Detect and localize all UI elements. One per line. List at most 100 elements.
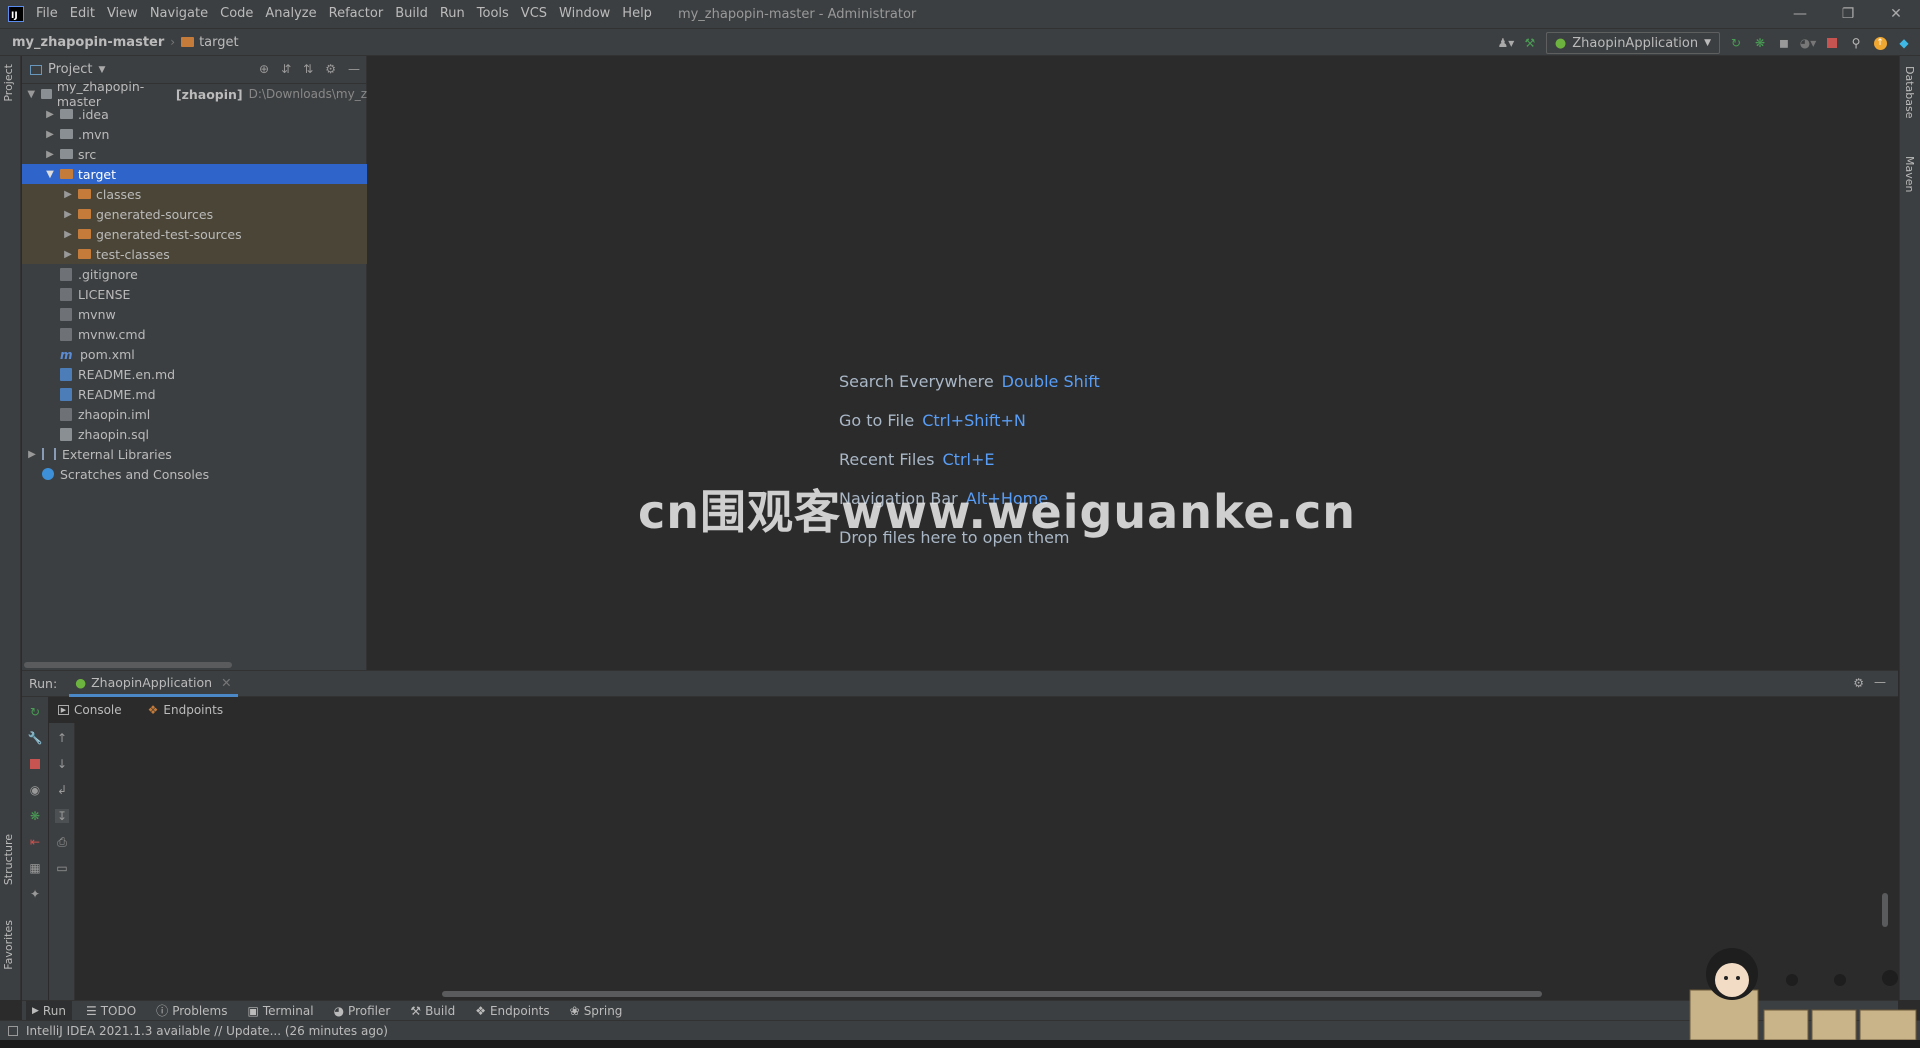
tab-database[interactable]: Database [1903, 66, 1916, 119]
tree-item-target[interactable]: ▼ target [22, 164, 367, 184]
project-view-select[interactable]: Project [48, 62, 92, 77]
chevron-right-icon[interactable]: ▶ [44, 149, 56, 160]
debug-icon[interactable]: ❋ [1752, 35, 1768, 51]
toolwindow-todo[interactable]: ☰ TODO [80, 1001, 142, 1021]
coverage-icon[interactable]: ◼ [1776, 35, 1792, 51]
status-message[interactable]: IntelliJ IDEA 2021.1.3 available // Upda… [26, 1024, 388, 1038]
chevron-right-icon[interactable]: ▶ [62, 209, 74, 220]
editor-empty-area[interactable]: Search Everywhere Double Shift Go to File… [368, 56, 1898, 670]
tree-item-gitignore[interactable]: .gitignore [22, 264, 367, 284]
menu-help[interactable]: Help [616, 0, 658, 28]
debug-icon[interactable]: ❋ [28, 809, 42, 823]
build-hammer-icon[interactable]: ⚒ [1522, 35, 1538, 51]
tree-item-readme-en[interactable]: README.en.md [22, 364, 367, 384]
tree-item-classes[interactable]: ▶ classes [22, 184, 367, 204]
project-horizontal-scrollbar[interactable] [24, 662, 232, 668]
status-toggle-icon[interactable] [8, 1025, 18, 1036]
tree-item-license[interactable]: LICENSE [22, 284, 367, 304]
restore-icon[interactable]: ❐ [1824, 0, 1872, 28]
profile-icon[interactable]: ◕▾ [1800, 35, 1817, 51]
soft-wrap-icon[interactable]: ↲ [55, 783, 69, 797]
breadcrumb-target[interactable]: target [181, 35, 239, 50]
stop-icon[interactable] [28, 757, 42, 771]
chevron-right-icon[interactable]: ▶ [44, 129, 56, 140]
tree-item-external-libraries[interactable]: ▶ External Libraries [22, 444, 367, 464]
menu-edit[interactable]: Edit [64, 0, 101, 28]
chevron-right-icon[interactable]: ▶ [26, 449, 38, 460]
scroll-to-end-icon[interactable]: ↧ [55, 809, 69, 823]
user-icon[interactable]: ♟▾ [1498, 35, 1515, 51]
rerun-icon[interactable]: ↻ [28, 705, 42, 719]
tree-item-idea[interactable]: ▶ .idea [22, 104, 367, 124]
camera-icon[interactable]: ◉ [28, 783, 42, 797]
wrench-icon[interactable]: 🔧 [28, 731, 43, 745]
tree-item-mvn[interactable]: ▶ .mvn [22, 124, 367, 144]
menu-file[interactable]: File [30, 0, 64, 28]
gear-icon[interactable]: ⚙ [325, 62, 336, 76]
toolwindow-build[interactable]: ⚒ Build [404, 1001, 461, 1021]
update-icon[interactable]: ↑ [1872, 35, 1888, 51]
chevron-right-icon[interactable]: ▶ [62, 249, 74, 260]
console-output[interactable] [76, 723, 1898, 1001]
expand-all-icon[interactable]: ⇵ [281, 62, 291, 76]
toolwindow-problems[interactable]: ⓘ Problems [150, 1001, 233, 1021]
locate-icon[interactable]: ⊕ [259, 62, 269, 76]
tab-favorites[interactable]: Favorites [2, 920, 15, 970]
breadcrumb-project[interactable]: my_zhapopin-master [12, 35, 164, 50]
run-configuration-select[interactable]: ● ZhaopinApplication ▼ [1545, 32, 1720, 54]
toolwindow-spring[interactable]: ❀ Spring [564, 1001, 629, 1021]
chevron-right-icon[interactable]: ▶ [62, 189, 74, 200]
tree-item-test-classes[interactable]: ▶ test-classes [22, 244, 367, 264]
tree-item-root[interactable]: ▼ my_zhapopin-master [zhaopin] D:\Downlo… [22, 79, 367, 109]
menu-window[interactable]: Window [553, 0, 616, 28]
search-icon[interactable]: ⚲ [1848, 35, 1864, 51]
chevron-right-icon[interactable]: ▶ [62, 229, 74, 240]
toolwindow-run[interactable]: ▶ Run [26, 1000, 72, 1021]
tree-item-src[interactable]: ▶ src [22, 144, 367, 164]
stop-icon[interactable] [1824, 35, 1840, 51]
tree-item-generated-test-sources[interactable]: ▶ generated-test-sources [22, 224, 367, 244]
menu-code[interactable]: Code [214, 0, 259, 28]
menu-tools[interactable]: Tools [471, 0, 515, 28]
arrow-down-icon[interactable]: ↓ [55, 757, 69, 771]
toolwindow-endpoints[interactable]: ❖ Endpoints [469, 1001, 555, 1021]
tree-item-generated-sources[interactable]: ▶ generated-sources [22, 204, 367, 224]
tab-endpoints[interactable]: ❖ Endpoints [142, 697, 229, 723]
trash-icon[interactable]: ▭ [55, 861, 69, 875]
print-icon[interactable]: ⎙ [55, 835, 69, 849]
chevron-right-icon[interactable]: ▶ [44, 109, 56, 120]
toolwindow-profiler[interactable]: ◕ Profiler [328, 1001, 397, 1021]
hide-icon[interactable]: — [348, 62, 360, 76]
layout-icon[interactable]: ▦ [28, 861, 42, 875]
tree-item-readme[interactable]: README.md [22, 384, 367, 404]
minimize-icon[interactable]: — [1776, 0, 1824, 28]
toolwindow-terminal[interactable]: ▣ Terminal [242, 1001, 320, 1021]
run-tab-zhaopin-application[interactable]: ● ZhaopinApplication ✕ [69, 671, 238, 697]
chevron-down-icon[interactable]: ▼ [44, 169, 56, 180]
hide-icon[interactable]: — [1874, 675, 1886, 689]
chevron-down-icon[interactable]: ▼ [26, 89, 37, 100]
menu-run[interactable]: Run [434, 0, 471, 28]
toolbox-icon[interactable]: ◆ [1896, 35, 1912, 51]
menu-analyze[interactable]: Analyze [259, 0, 322, 28]
tab-structure[interactable]: Structure [2, 834, 15, 885]
menu-refactor[interactable]: Refactor [323, 0, 390, 28]
menu-view[interactable]: View [101, 0, 144, 28]
tree-item-mvnw-cmd[interactable]: mvnw.cmd [22, 324, 367, 344]
exit-icon[interactable]: ⇤ [28, 835, 42, 849]
chevron-down-icon[interactable]: ▼ [98, 65, 105, 75]
tab-project[interactable]: Project [2, 64, 15, 102]
rerun-icon[interactable]: ↻ [1728, 35, 1744, 51]
tree-item-iml[interactable]: zhaopin.iml [22, 404, 367, 424]
collapse-all-icon[interactable]: ⇅ [303, 62, 313, 76]
tab-maven[interactable]: Maven [1903, 156, 1916, 192]
menu-navigate[interactable]: Navigate [144, 0, 214, 28]
tree-item-mvnw[interactable]: mvnw [22, 304, 367, 324]
intellij-logo-icon[interactable]: IJ [8, 6, 24, 22]
gear-icon[interactable]: ⚙ [1853, 676, 1864, 690]
tree-item-pom-xml[interactable]: m pom.xml [22, 344, 367, 364]
close-icon[interactable]: ✕ [1872, 0, 1920, 28]
console-vertical-scrollbar[interactable] [1882, 893, 1888, 927]
close-tab-icon[interactable]: ✕ [221, 675, 231, 690]
tab-console[interactable]: ▶ Console [52, 697, 128, 723]
